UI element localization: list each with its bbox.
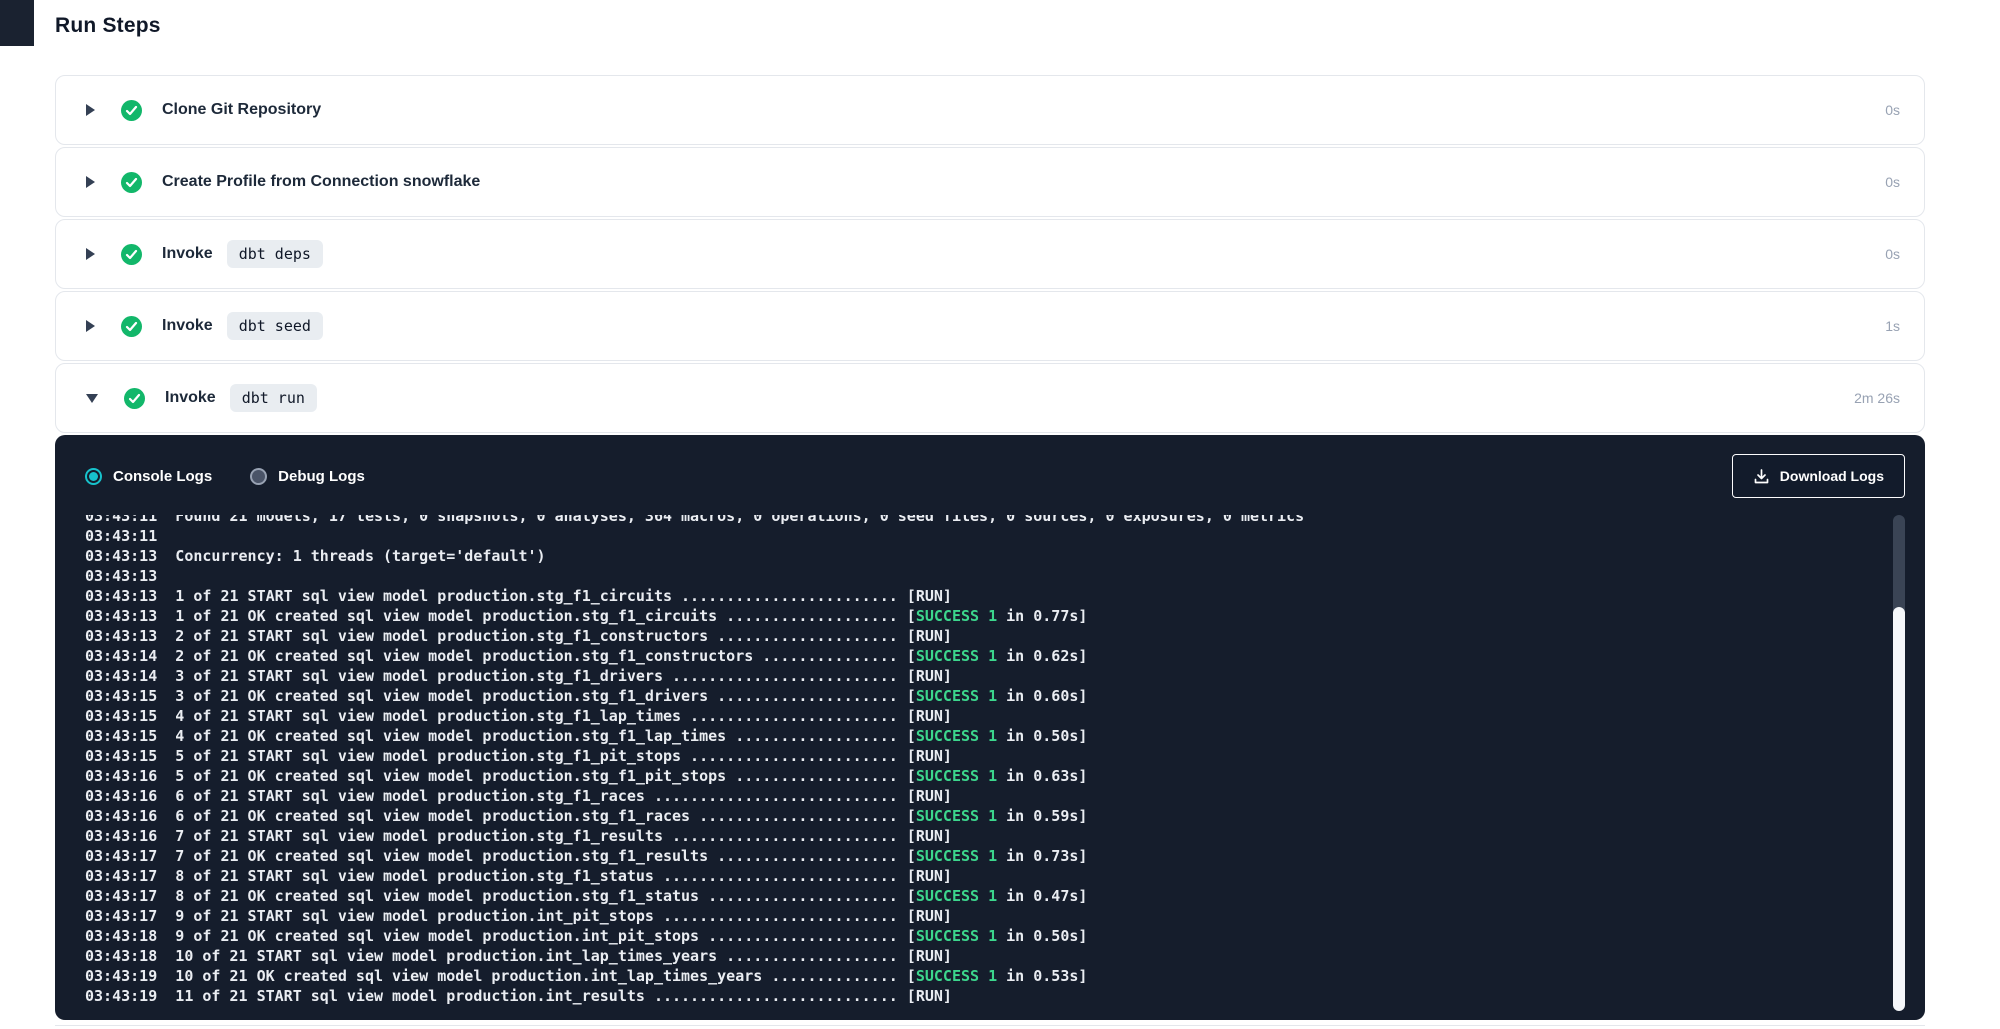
step-label: Create Profile from Connection snowflake [162, 173, 480, 191]
log-line: 03:43:13 2 of 21 START sql view model pr… [85, 626, 1905, 646]
run-step-row[interactable]: Invoke dbt run 2m 26s [55, 363, 1925, 433]
download-logs-label: Download Logs [1780, 468, 1884, 484]
run-step-row[interactable]: Create Profile from Connection snowflake… [55, 147, 1925, 217]
log-output: 03:43:11 Found 21 models, 17 tests, 0 sn… [85, 515, 1905, 1013]
next-step-card-edge [55, 1025, 1925, 1027]
caret-right-icon[interactable] [86, 176, 95, 188]
success-check-icon [121, 316, 142, 337]
step-duration: 0s [1885, 102, 1900, 118]
log-line: 03:43:13 1 of 21 OK created sql view mod… [85, 606, 1905, 626]
log-line: 03:43:17 8 of 21 OK created sql view mod… [85, 886, 1905, 906]
log-line: 03:43:13 Concurrency: 1 threads (target=… [85, 546, 1905, 566]
run-step-row[interactable]: Invoke dbt seed 1s [55, 291, 1925, 361]
run-step-row[interactable]: Invoke dbt deps 0s [55, 219, 1925, 289]
log-line: 03:43:16 6 of 21 OK created sql view mod… [85, 806, 1905, 826]
log-line: 03:43:16 7 of 21 START sql view model pr… [85, 826, 1905, 846]
step-command-chip: dbt deps [227, 240, 323, 268]
download-icon [1753, 468, 1770, 485]
log-line: 03:43:15 4 of 21 OK created sql view mod… [85, 726, 1905, 746]
log-line: 03:43:16 5 of 21 OK created sql view mod… [85, 766, 1905, 786]
caret-down-icon[interactable] [86, 394, 98, 403]
step-label: Invoke [162, 317, 213, 335]
run-step-row[interactable]: Clone Git Repository 0s [55, 75, 1925, 145]
success-check-icon [121, 100, 142, 121]
radio-selected-icon [85, 468, 102, 485]
step-duration: 0s [1885, 174, 1900, 190]
log-line: 03:43:18 9 of 21 OK created sql view mod… [85, 926, 1905, 946]
step-command-chip: dbt run [230, 384, 317, 412]
step-command-chip: dbt seed [227, 312, 323, 340]
caret-right-icon[interactable] [86, 248, 95, 260]
log-line: 03:43:16 6 of 21 START sql view model pr… [85, 786, 1905, 806]
log-line: 03:43:11 Found 21 models, 17 tests, 0 sn… [85, 515, 1905, 526]
log-lines: 03:43:11 Found 21 models, 17 tests, 0 sn… [85, 515, 1905, 1006]
console-logs-radio[interactable]: Console Logs [85, 468, 212, 485]
radio-unselected-icon [250, 468, 267, 485]
run-steps-page: Run Steps Clone Git Repository0sCreate P… [55, 0, 1925, 1027]
success-check-icon [121, 244, 142, 265]
caret-right-icon[interactable] [86, 320, 95, 332]
success-check-icon [124, 388, 145, 409]
sidebar-edge [0, 0, 34, 46]
download-logs-button[interactable]: Download Logs [1732, 454, 1905, 498]
log-line: 03:43:17 8 of 21 START sql view model pr… [85, 866, 1905, 886]
step-label: Invoke [162, 245, 213, 263]
log-line: 03:43:11 [85, 526, 1905, 546]
step-label: Clone Git Repository [162, 101, 321, 119]
console-logs-label: Console Logs [113, 468, 212, 485]
page-title: Run Steps [55, 14, 1925, 38]
step-duration: 1s [1885, 318, 1900, 334]
debug-logs-radio[interactable]: Debug Logs [250, 468, 365, 485]
step-label: Invoke [165, 389, 216, 407]
step-duration: 2m 26s [1854, 390, 1900, 406]
log-line: 03:43:19 11 of 21 START sql view model p… [85, 986, 1905, 1006]
run-steps-list: Clone Git Repository0sCreate Profile fro… [55, 75, 1925, 433]
debug-logs-label: Debug Logs [278, 468, 365, 485]
console-header: Console Logs Debug Logs Download Logs [55, 435, 1925, 509]
log-line: 03:43:17 7 of 21 OK created sql view mod… [85, 846, 1905, 866]
log-line: 03:43:13 [85, 566, 1905, 586]
log-line: 03:43:18 10 of 21 START sql view model p… [85, 946, 1905, 966]
log-scrollbar-thumb[interactable] [1893, 607, 1905, 1011]
log-line: 03:43:17 9 of 21 START sql view model pr… [85, 906, 1905, 926]
console-panel: Console Logs Debug Logs Download Logs 03… [55, 435, 1925, 1020]
caret-right-icon[interactable] [86, 104, 95, 116]
log-line: 03:43:15 4 of 21 START sql view model pr… [85, 706, 1905, 726]
log-line: 03:43:14 3 of 21 START sql view model pr… [85, 666, 1905, 686]
step-duration: 0s [1885, 246, 1900, 262]
log-line: 03:43:15 3 of 21 OK created sql view mod… [85, 686, 1905, 706]
log-line: 03:43:14 2 of 21 OK created sql view mod… [85, 646, 1905, 666]
log-line: 03:43:13 1 of 21 START sql view model pr… [85, 586, 1905, 606]
log-line: 03:43:15 5 of 21 START sql view model pr… [85, 746, 1905, 766]
success-check-icon [121, 172, 142, 193]
log-line: 03:43:19 10 of 21 OK created sql view mo… [85, 966, 1905, 986]
